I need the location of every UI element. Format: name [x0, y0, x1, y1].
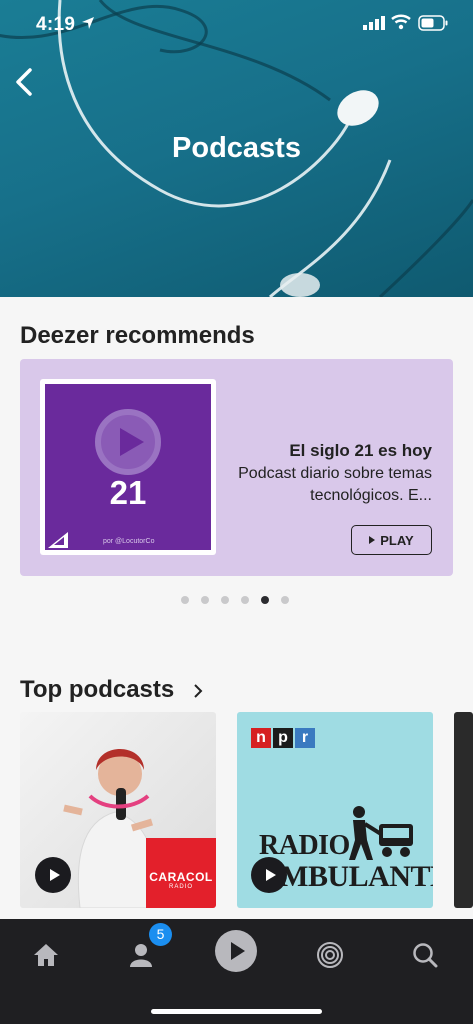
carousel-dot[interactable] — [221, 596, 229, 604]
wifi-icon — [391, 14, 411, 30]
podcast-tile-partial[interactable] — [454, 712, 473, 908]
play-button-label: PLAY — [380, 532, 414, 548]
tab-search[interactable] — [403, 933, 447, 977]
tab-player[interactable] — [213, 928, 259, 974]
section-title-top-podcasts[interactable]: Top podcasts — [20, 676, 174, 704]
page-title: Podcasts — [172, 132, 301, 164]
section-title-recommends: Deezer recommends — [20, 322, 255, 349]
podcast-title: El siglo 21 es hoy — [289, 441, 432, 460]
carousel-dot[interactable] — [181, 596, 189, 604]
tile-play-button[interactable] — [251, 857, 287, 893]
podcast-cover[interactable]: 21 por @LocutorCo — [40, 379, 216, 555]
cellular-signal-icon — [363, 16, 385, 30]
play-icon — [49, 869, 60, 881]
npr-logo: n p r — [251, 728, 315, 748]
caracol-logo-line2: RADIO — [168, 884, 193, 890]
tab-flow[interactable] — [308, 933, 352, 977]
flow-icon — [317, 942, 343, 968]
play-circle-icon — [95, 409, 161, 475]
npr-letter: n — [251, 728, 271, 748]
cover-credit: por @LocutorCo — [103, 538, 155, 545]
play-button[interactable]: PLAY — [351, 525, 432, 555]
carousel-dots — [181, 596, 289, 604]
chevron-right-icon[interactable] — [193, 684, 203, 698]
tile-play-button[interactable] — [35, 857, 71, 893]
carousel-dot[interactable] — [281, 596, 289, 604]
carousel-dot-active[interactable] — [261, 596, 269, 604]
person-icon — [130, 944, 152, 967]
notification-badge: 5 — [149, 923, 172, 946]
status-bar: 4:19 — [0, 0, 473, 50]
battery-icon — [418, 15, 448, 31]
back-button[interactable] — [12, 64, 40, 100]
play-icon — [265, 869, 276, 881]
caracol-logo-line1: CARACOL — [149, 870, 213, 884]
npr-letter: p — [273, 728, 293, 748]
search-icon — [413, 943, 438, 968]
podcast-description: Podcast diario sobre temas tecnológicos.… — [238, 465, 432, 504]
hero-banner: 4:19 Podcasts — [0, 0, 473, 297]
carousel-dot[interactable] — [241, 596, 249, 604]
cover-number: 21 — [109, 474, 147, 511]
tab-bar: 5 — [0, 919, 473, 1024]
location-arrow-icon — [82, 17, 94, 29]
npr-letter: r — [295, 728, 315, 748]
recommendation-card[interactable]: 21 por @LocutorCo El siglo 21 es hoy Pod… — [20, 359, 453, 576]
status-time: 4:19 — [36, 14, 76, 35]
home-indicator — [151, 1009, 322, 1014]
caracol-radio-logo: CARACOL RADIO — [146, 838, 216, 908]
tab-home[interactable] — [24, 933, 68, 977]
brand-logo-icon — [48, 532, 68, 548]
podcast-tile-caracol[interactable]: CARACOL RADIO — [20, 712, 216, 908]
podcast-tile-radio-ambulante[interactable]: n p r RADIO AMBULANTE — [237, 712, 433, 908]
play-icon — [369, 536, 376, 544]
home-icon — [34, 944, 58, 966]
play-icon — [215, 930, 257, 972]
carousel-dot[interactable] — [201, 596, 209, 604]
